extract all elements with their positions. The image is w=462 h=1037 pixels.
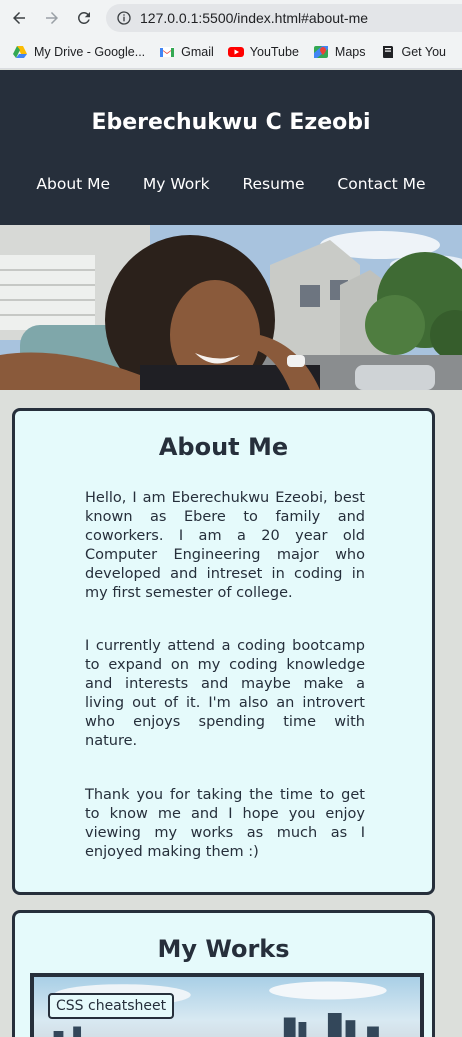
- nav-link-my-work[interactable]: My Work: [143, 175, 210, 193]
- reload-icon[interactable]: [73, 8, 95, 28]
- browser-toolbar: 127.0.0.1:5500/index.html#about-me: [0, 0, 462, 36]
- about-heading: About Me: [158, 433, 289, 461]
- bookmarks-bar: My Drive - Google... Gmail YouTube Maps …: [0, 40, 462, 64]
- about-paragraph-3: Thank you for taking the time to get to …: [85, 787, 365, 860]
- back-arrow-icon[interactable]: [8, 8, 30, 28]
- site-info-icon[interactable]: [116, 10, 132, 26]
- work-item-css-cheatsheet[interactable]: CSS cheatsheet: [30, 973, 424, 1037]
- youtube-icon: [227, 47, 244, 57]
- forward-arrow-icon[interactable]: [41, 8, 63, 28]
- site-title: Eberechukwu C Ezeobi: [91, 110, 371, 135]
- book-icon: [382, 46, 393, 58]
- about-paragraph-1: Hello, I am Eberechukwu Ezeobi, best kno…: [85, 490, 365, 601]
- browser-chrome: 127.0.0.1:5500/index.html#about-me My Dr…: [0, 0, 462, 69]
- bookmark-youtube[interactable]: YouTube: [227, 44, 299, 60]
- bookmark-my-drive[interactable]: My Drive - Google...: [12, 44, 145, 60]
- bookmark-get-you[interactable]: Get You: [380, 44, 447, 60]
- maps-icon: [313, 46, 328, 58]
- site-header: Eberechukwu C Ezeobi About Me My Work Re…: [0, 70, 462, 225]
- bookmark-maps[interactable]: Maps: [313, 44, 366, 60]
- work-item-label: CSS cheatsheet: [48, 993, 175, 1019]
- about-section: About Me Hello, I am Eberechukwu Ezeobi,…: [12, 408, 435, 895]
- google-drive-icon: [13, 46, 27, 58]
- bookmark-gmail[interactable]: Gmail: [159, 44, 214, 60]
- bookmark-label: My Drive - Google...: [34, 45, 146, 59]
- works-section: My Works CSS cheatsheet: [12, 910, 435, 1037]
- url-text: 127.0.0.1:5500/index.html#about-me: [140, 10, 369, 26]
- bookmark-label: YouTube: [249, 45, 299, 59]
- nav-link-about-me[interactable]: About Me: [36, 175, 110, 193]
- works-heading: My Works: [157, 935, 290, 963]
- hero-photo: [0, 225, 462, 390]
- site-nav: About Me My Work Resume Contact Me: [0, 175, 462, 193]
- about-paragraph-2: I currently attend a coding bootcamp to …: [85, 638, 365, 749]
- nav-link-contact-me[interactable]: Contact Me: [337, 175, 425, 193]
- nav-link-resume[interactable]: Resume: [242, 175, 304, 193]
- address-bar[interactable]: 127.0.0.1:5500/index.html#about-me: [106, 4, 462, 32]
- bookmark-label: Get You: [401, 45, 447, 59]
- gmail-icon: [160, 47, 175, 57]
- bookmark-label: Maps: [334, 45, 366, 59]
- bookmark-label: Gmail: [181, 45, 214, 59]
